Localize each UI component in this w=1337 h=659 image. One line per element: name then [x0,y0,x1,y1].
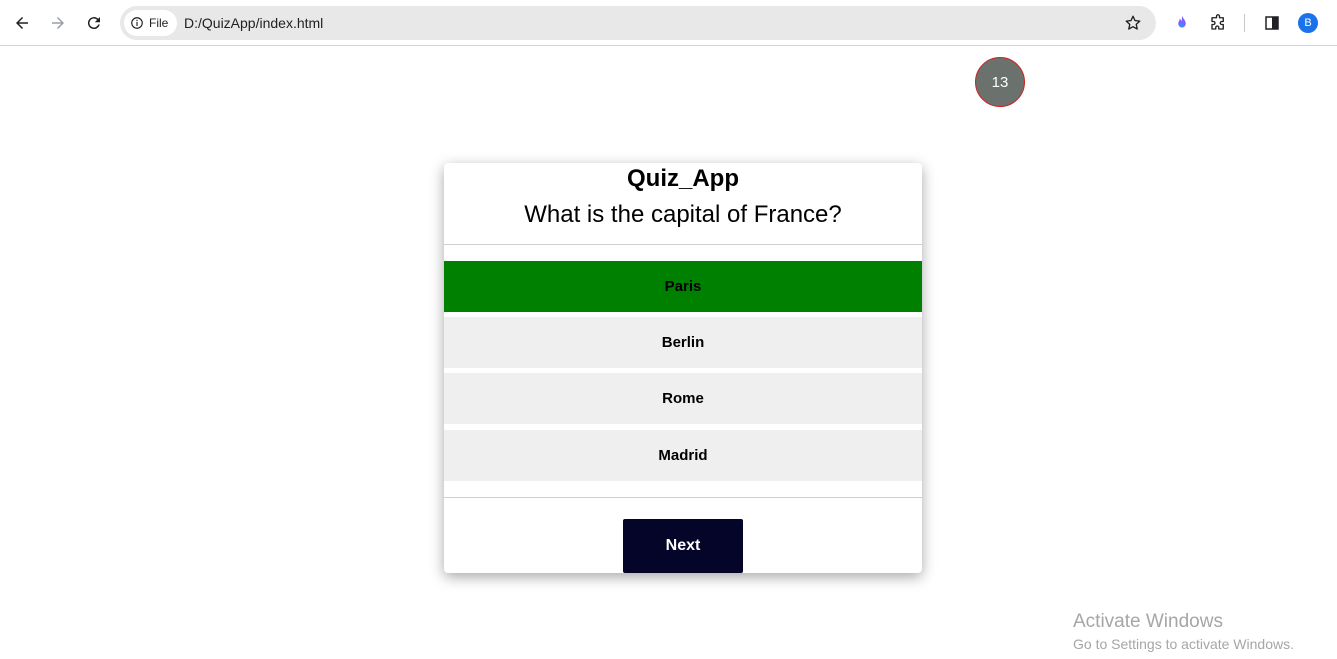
toolbar-divider [1244,14,1245,32]
side-panel-icon[interactable] [1261,12,1283,34]
answer-option-paris[interactable]: Paris [444,261,922,312]
question-text: What is the capital of France? [524,201,842,228]
watermark-subtitle: Go to Settings to activate Windows. [1073,636,1294,652]
site-info-label: File [149,16,169,30]
info-icon [131,17,143,29]
site-info-chip[interactable]: File [124,10,178,36]
back-button[interactable] [10,11,34,35]
top-divider [444,244,922,245]
extension-flame-icon[interactable] [1171,12,1193,34]
bottom-divider [444,497,922,498]
reload-icon [87,17,100,30]
timer-badge: 13 [975,57,1025,107]
answer-option-rome[interactable]: Rome [444,373,922,424]
address-bar[interactable]: File D:/QuizApp/index.html [120,6,1156,40]
browser-toolbar: File D:/QuizApp/index.html B [0,0,1337,46]
answer-option-berlin[interactable]: Berlin [444,317,922,368]
extensions-puzzle-icon[interactable] [1207,12,1229,34]
reload-button[interactable] [82,11,106,35]
url-text[interactable]: D:/QuizApp/index.html [184,15,323,31]
next-button[interactable]: Next [623,519,743,573]
arrow-right-icon [52,17,64,29]
arrow-left-icon [16,17,28,29]
activate-windows-watermark: Activate Windows Go to Settings to activ… [1073,611,1294,652]
forward-button[interactable] [46,11,70,35]
answer-option-madrid[interactable]: Madrid [444,430,922,481]
app-title: Quiz_App [627,165,739,192]
profile-avatar[interactable]: B [1298,13,1318,33]
bookmark-star-icon[interactable] [1124,14,1142,32]
watermark-title: Activate Windows [1073,611,1223,632]
quiz-card: Quiz_App What is the capital of France? … [444,163,922,573]
